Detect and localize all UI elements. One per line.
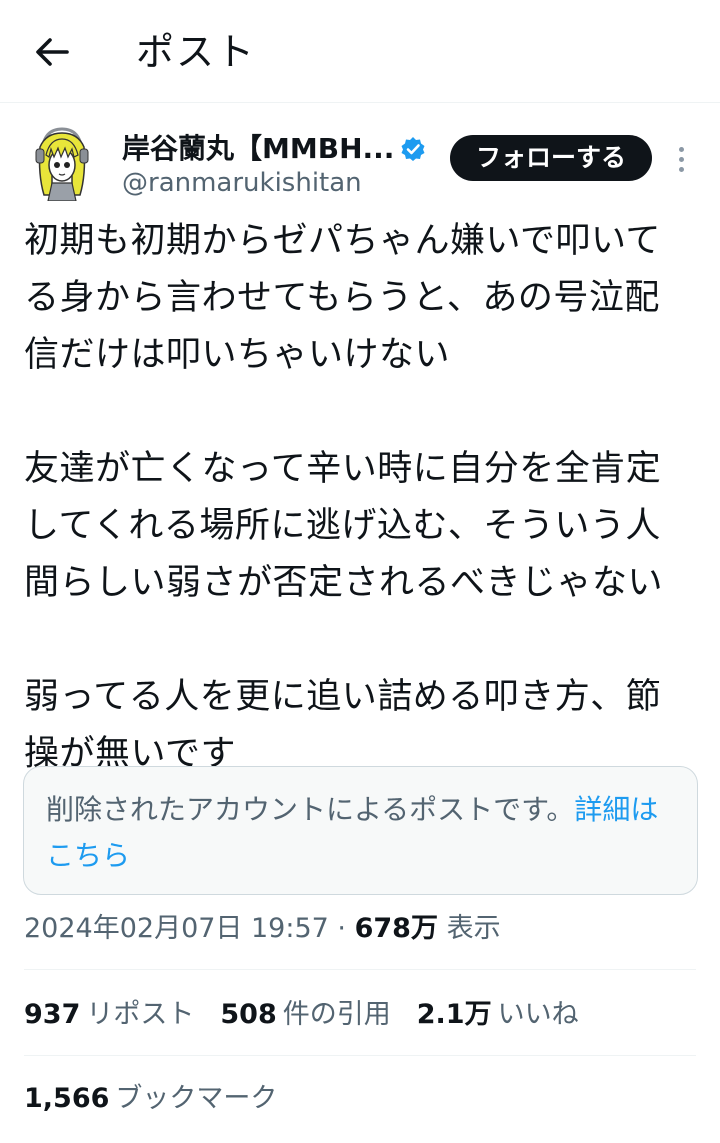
- more-options-button[interactable]: [668, 139, 694, 179]
- divider: [24, 1055, 696, 1056]
- author-name-row[interactable]: 岸谷蘭丸【MMBH...: [122, 129, 426, 169]
- post-line: る身から言わせてもらうと、あの号泣配: [24, 278, 660, 318]
- post-paragraph: 初期も初期からゼパちゃん嫌いで叩いて る身から言わせてもらうと、あの号泣配 信だ…: [24, 213, 696, 384]
- post-line: 間らしい弱さが否定されるべきじゃない: [24, 563, 664, 603]
- post-datetime[interactable]: 2024年02月07日 19:57: [24, 913, 329, 944]
- post-line: 弱ってる人を更に追い詰める叩き方、節: [24, 677, 662, 717]
- follow-button[interactable]: フォローする: [450, 135, 652, 181]
- notice-text: 削除されたアカウントによるポストです。: [46, 793, 575, 826]
- more-dot: [678, 156, 684, 162]
- like-count: 2.1万: [416, 999, 492, 1030]
- post-meta: 2024年02月07日 19:57 · 678万 表示: [24, 909, 501, 949]
- quote-stat[interactable]: 508 件の引用: [220, 995, 390, 1035]
- top-bar: ポスト: [0, 0, 720, 103]
- quote-count: 508: [220, 999, 277, 1030]
- repost-label: リポスト: [86, 999, 195, 1030]
- avatar[interactable]: [30, 125, 94, 201]
- repost-stat[interactable]: 937 リポスト: [24, 995, 194, 1035]
- post-paragraph: 友達が亡くなって辛い時に自分を全肯定 してくれる場所に逃げ込む、そういう人 間ら…: [24, 441, 696, 612]
- arrow-left-icon: [36, 38, 69, 66]
- meta-separator: ·: [337, 913, 347, 944]
- post-line: してくれる場所に逃げ込む、そういう人: [24, 506, 661, 546]
- view-label: 表示: [446, 913, 501, 944]
- verified-badge-icon: [401, 137, 425, 161]
- author-handle[interactable]: @ranmarukishitan: [122, 165, 362, 201]
- engagement-stats: 937 リポスト 508 件の引用 2.1万 いいね: [24, 995, 605, 1035]
- view-count: 678万: [354, 913, 438, 944]
- quote-label: 件の引用: [282, 999, 391, 1030]
- post-line: 友達が亡くなって辛い時に自分を全肯定: [24, 449, 662, 489]
- bookmark-stat[interactable]: 1,566 ブックマーク: [24, 1079, 277, 1119]
- more-vertical-icon: [678, 146, 684, 152]
- like-label: いいね: [497, 999, 579, 1030]
- post-line: 信だけは叩いちゃいけない: [24, 335, 451, 375]
- repost-count: 937: [24, 999, 81, 1030]
- author-display-name[interactable]: 岸谷蘭丸【MMBH...: [122, 129, 394, 169]
- post-text: 初期も初期からゼパちゃん嫌いで叩いて る身から言わせてもらうと、あの号泣配 信だ…: [24, 213, 696, 783]
- more-dot: [678, 166, 684, 172]
- bookmark-label: ブックマーク: [115, 1083, 278, 1114]
- bookmark-count: 1,566: [24, 1083, 110, 1114]
- like-stat[interactable]: 2.1万 いいね: [417, 995, 579, 1035]
- deleted-account-notice: 削除されたアカウントによるポストです。詳細はこちら: [23, 766, 698, 895]
- page-title: ポスト: [136, 30, 257, 74]
- back-button[interactable]: [28, 30, 76, 74]
- post-line: 初期も初期からゼパちゃん嫌いで叩いて: [24, 221, 661, 261]
- divider: [24, 969, 696, 970]
